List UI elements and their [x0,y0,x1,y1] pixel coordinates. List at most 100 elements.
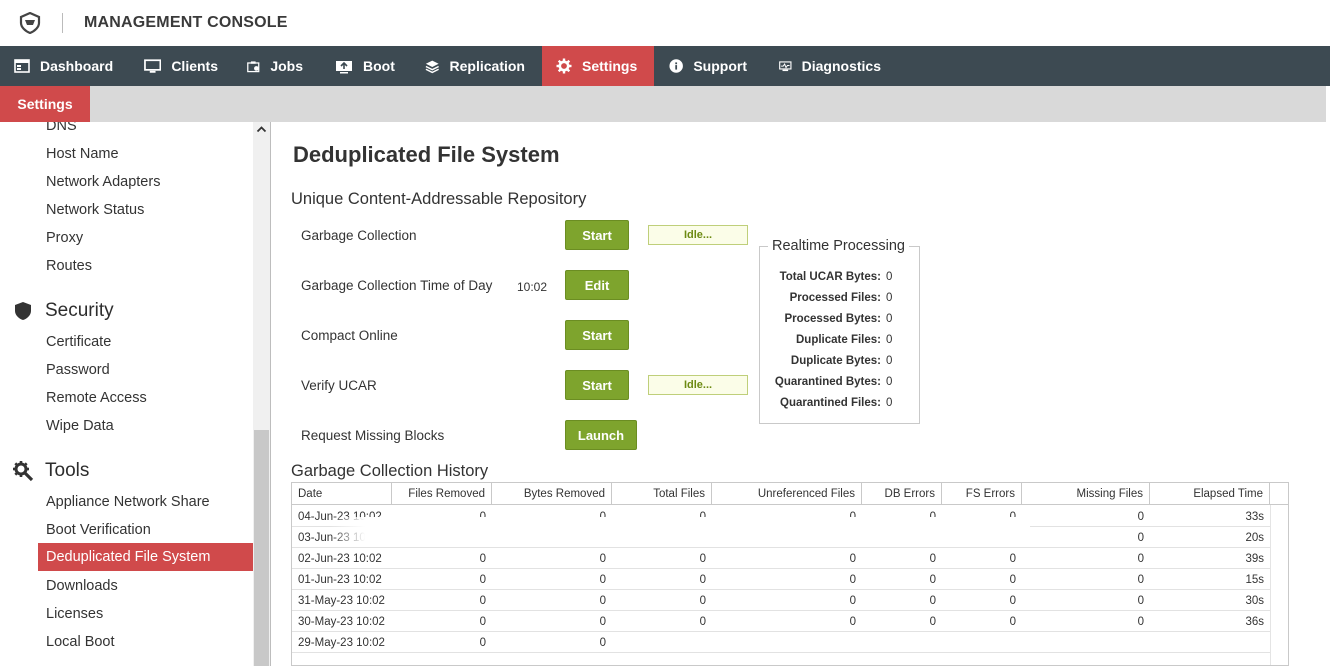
sidebar-item-certificate[interactable]: Certificate [46,334,111,350]
nav-diagnostics-label: Diagnostics [801,58,881,74]
rt-value: 0 [886,355,893,367]
sidebar: DNS Host Name Network Adapters Network S… [0,122,270,666]
nav-boot[interactable]: Boot [321,46,409,86]
table-cell: 01-Jun-23 10:02 [298,573,382,586]
rt-key: Processed Files: [789,292,881,304]
table-cell: 0 [1137,573,1144,586]
sidebar-item-remote-access[interactable]: Remote Access [46,390,147,406]
rt-value: 0 [886,334,893,346]
table-cell: 30-May-23 10:02 [298,615,385,628]
sidebar-item-deduplicated-file-system[interactable]: Deduplicated File System [38,543,253,571]
table-cell: 0 [599,636,606,649]
table-cell: 0 [929,615,936,628]
table-cell: 39s [1245,552,1264,565]
rt-value: 0 [886,271,893,283]
column-header[interactable]: Files Removed [392,483,492,505]
table-row[interactable]: 02-Jun-23 10:02 0 0 0 0 0 0 0 39s [292,548,1288,569]
repo-section-title: Unique Content-Addressable Repository [291,190,587,208]
nav-dashboard[interactable]: Dashboard [0,46,128,86]
gc-time-edit-button[interactable]: Edit [565,270,629,300]
table-cell: 0 [1137,594,1144,607]
table-cell: 31-May-23 10:02 [298,594,385,607]
table-cell: 0 [599,573,606,586]
nav-support-label: Support [693,58,747,74]
sidebar-scroll-thumb[interactable] [254,430,269,666]
sidebar-item-appliance-network-share[interactable]: Appliance Network Share [46,494,210,510]
subtab-settings[interactable]: Settings [0,86,90,122]
nav-jobs-label: Jobs [270,58,303,74]
gc-history-table: Date Files Removed Bytes Removed Total File… [291,482,1289,666]
sidebar-item-dns[interactable]: DNS [46,122,77,134]
realtime-processing-title: Realtime Processing [768,238,909,254]
nav-clients[interactable]: Clients [130,46,232,86]
table-row[interactable]: 30-May-23 10:02 0 0 0 0 0 0 0 36s [292,611,1288,632]
info-icon [669,59,683,73]
nav-settings[interactable]: Settings [542,46,654,86]
sidebar-item-wipe-data[interactable]: Wipe Data [46,418,114,434]
column-header[interactable]: Date [292,483,392,505]
table-cell: 0 [479,594,486,607]
header-divider [62,13,63,33]
sidebar-item-licenses[interactable]: Licenses [46,606,103,622]
table-row[interactable]: 29-May-23 10:02 0 0 [292,632,1288,653]
sidebar-item-host-name[interactable]: Host Name [46,146,119,162]
table-cell: 0 [479,636,486,649]
tools-icon [13,461,34,482]
nav-jobs[interactable]: Jobs [233,46,317,86]
table-cell: 0 [479,552,486,565]
sidebar-item-network-adapters[interactable]: Network Adapters [46,174,160,190]
garbage-collection-status: Idle... [648,225,748,245]
app-logo-icon [19,12,41,34]
column-header[interactable]: Missing Files [1022,483,1150,505]
column-header[interactable]: FS Errors [942,483,1022,505]
table-cell: 15s [1245,573,1264,586]
rt-key: Duplicate Files: [796,334,881,346]
sidebar-item-proxy[interactable]: Proxy [46,230,83,246]
nav-clients-label: Clients [171,58,218,74]
sidebar-item-boot-verification[interactable]: Boot Verification [46,522,151,538]
sidebar-item-routes[interactable]: Routes [46,258,92,274]
verify-ucar-label: Verify UCAR [301,378,377,393]
table-cell: 0 [1137,615,1144,628]
nav-support[interactable]: Support [655,46,761,86]
column-header[interactable]: Total Files [612,483,712,505]
table-row[interactable]: 31-May-23 10:02 0 0 0 0 0 0 0 30s [292,590,1288,611]
column-header[interactable]: Bytes Removed [492,483,612,505]
table-row[interactable]: 01-Jun-23 10:02 0 0 0 0 0 0 0 15s [292,569,1288,590]
rt-key: Duplicate Bytes: [790,355,881,367]
table-scrollbar[interactable] [1270,505,1288,665]
column-header[interactable]: Elapsed Time [1150,483,1270,505]
table-cell: 0 [1009,552,1016,565]
sidebar-item-network-status[interactable]: Network Status [46,202,144,218]
sidebar-scrollbar[interactable] [253,122,270,666]
column-header[interactable]: Unreferenced Files [712,483,862,505]
top-header: MANAGEMENT CONSOLE [0,0,1344,46]
jobs-icon [247,60,260,72]
nav-replication-label: Replication [449,58,525,74]
table-cell: 0 [479,615,486,628]
compact-online-label: Compact Online [301,328,398,343]
nav-dashboard-label: Dashboard [40,58,114,74]
table-cell: 30s [1245,594,1264,607]
table-cell: 0 [599,552,606,565]
sidebar-item-local-boot[interactable]: Local Boot [46,634,115,650]
sidebar-section-tools-title: Tools [45,460,90,481]
gc-time-of-day-label: Garbage Collection Time of Day [301,278,493,293]
sidebar-section-security: Security [12,300,114,322]
table-cell: 20s [1245,531,1264,544]
request-missing-blocks-label: Request Missing Blocks [301,428,445,443]
verify-ucar-start-button[interactable]: Start [565,370,629,400]
rt-key: Quarantined Files: [780,397,881,409]
sidebar-item-downloads[interactable]: Downloads [46,578,118,594]
nav-diagnostics[interactable]: Diagnostics [765,46,895,86]
compact-online-start-button[interactable]: Start [565,320,629,350]
chevron-up-icon[interactable] [256,124,267,135]
table-cell: 0 [1009,573,1016,586]
column-header[interactable]: DB Errors [862,483,942,505]
sidebar-item-password[interactable]: Password [46,362,110,378]
rt-key: Processed Bytes: [784,313,881,325]
boot-icon [336,60,352,73]
garbage-collection-start-button[interactable]: Start [565,220,629,250]
nav-replication[interactable]: Replication [411,46,539,86]
request-missing-blocks-launch-button[interactable]: Launch [565,420,637,450]
